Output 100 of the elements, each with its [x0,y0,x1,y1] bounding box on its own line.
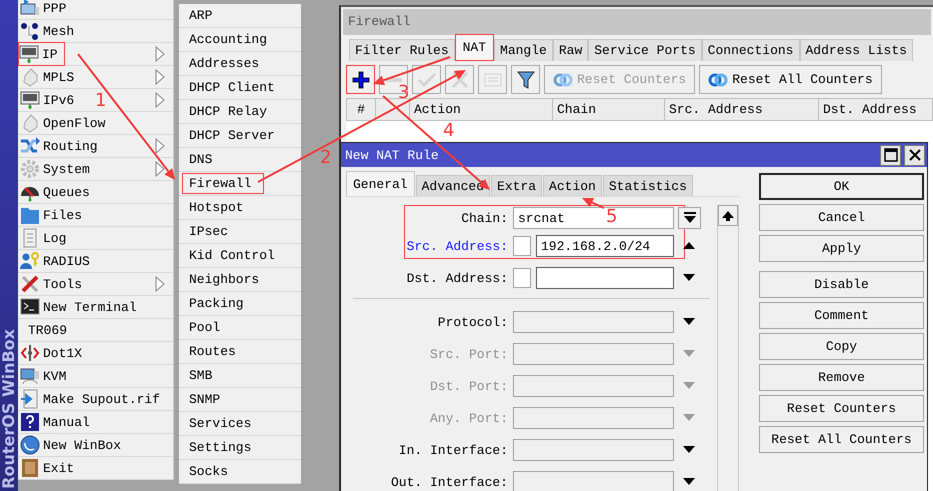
menu-item-label: Firewall [189,176,252,191]
field-label: Src. Port: [428,346,509,362]
menu-item-label: Kid Control [189,248,275,263]
tab[interactable]: Action [543,175,602,196]
menu-item[interactable]: Packing [179,292,301,316]
dialog-button[interactable]: Apply [759,235,924,262]
tab[interactable]: Filter Rules [349,39,455,61]
plus-button[interactable] [346,65,375,94]
menu-item[interactable]: IP [18,43,173,66]
invert-checkbox[interactable] [513,268,531,288]
column-header[interactable]: Chain [553,98,665,121]
close-button[interactable] [904,144,925,166]
menu-item[interactable]: Tools [18,273,173,296]
menu-item[interactable]: SMB [179,364,301,388]
menu-item[interactable]: DNS [179,148,301,172]
tab[interactable]: NAT [454,34,494,61]
column-header[interactable]: Action [410,98,553,121]
dialog-button[interactable]: Reset Counters [759,395,924,422]
field-label: In. Interface: [398,442,509,458]
menu-item[interactable]: Pool [179,316,301,340]
scroll-up-button[interactable] [718,205,738,226]
menu-item[interactable]: Queues [18,181,173,204]
dialog-button[interactable]: Comment [759,302,924,329]
menu-item[interactable]: Firewall [179,172,301,196]
maximize-button[interactable] [880,144,901,166]
menu-item[interactable]: Log [18,227,173,250]
tab[interactable]: Connections [702,39,800,61]
field-label: Chain: [460,210,509,226]
tab[interactable]: Statistics [602,175,693,196]
menu-item-label: Accounting [189,32,268,47]
menu-item[interactable]: Socks [179,460,301,484]
input-field[interactable] [536,267,674,289]
menu-item[interactable]: DHCP Client [179,76,301,100]
menu-item[interactable]: DHCP Relay [179,100,301,124]
field-label: Out. Interface: [390,474,509,490]
dialog-button[interactable]: Reset All Counters [759,426,924,453]
menu-item[interactable]: MPLS [18,66,173,89]
menu-item[interactable]: Hotspot [179,196,301,220]
menu-item[interactable]: Mesh [18,20,173,43]
menu-item[interactable]: Kid Control [179,244,301,268]
menu-item[interactable]: Routing [18,135,173,158]
menu-item[interactable]: Files [18,204,173,227]
menu-item-label: Addresses [189,56,260,71]
terminal-icon [20,297,40,317]
menu-item[interactable]: TR069 [18,319,173,342]
menu-item-label: Manual [43,414,90,430]
user-key-icon [20,251,40,271]
dialog-button[interactable]: Cancel [759,204,924,231]
tab[interactable]: General [346,171,415,196]
menu-item[interactable]: RADIUS [18,250,173,273]
menu-item[interactable]: Services [179,412,301,436]
menu-item[interactable]: Make Supout.rif [18,388,173,411]
menu-item-label: Log [43,230,66,246]
dialog-button[interactable]: OK [759,173,924,200]
menu-item-label: Dot1X [43,346,82,360]
input-field[interactable] [513,439,674,461]
input-field[interactable] [513,471,674,491]
menu-item[interactable]: Accounting [179,28,301,52]
reset-counters-button[interactable]: Reset All Counters [699,65,882,94]
menu-item[interactable]: DHCP Server [179,124,301,148]
menu-item[interactable]: Addresses [179,52,301,76]
tab[interactable]: Address Lists [800,39,913,61]
menu-item[interactable]: OpenFlow [18,112,173,135]
field-label: Src. Address: [406,238,509,254]
dropdown-button[interactable] [678,207,701,229]
tab[interactable]: Raw [552,39,588,61]
menu-item-label: DHCP Relay [189,104,268,119]
menu-item[interactable]: ARP [179,4,301,28]
menu-item[interactable]: PPP [18,0,173,20]
filter-button[interactable] [511,65,540,94]
input-field[interactable]: 192.168.2.0/24 [536,235,674,257]
brand-text: RouterOS WinBox [0,329,18,489]
menu-item[interactable]: Neighbors [179,268,301,292]
menu-item[interactable]: SNMP [179,388,301,412]
menu-item[interactable]: IPsec [179,220,301,244]
tab[interactable]: Service Ports [588,39,702,61]
menu-item[interactable]: Routes [179,340,301,364]
tab[interactable]: Extra [491,175,542,196]
tab[interactable]: Mangle [494,39,553,61]
input-field[interactable] [513,311,674,333]
dialog-button[interactable]: Remove [759,364,924,391]
column-header[interactable]: Src. Address [665,98,819,121]
menu-item[interactable]: KVM [18,365,173,388]
menu-item-label: Routes [189,344,236,359]
window-title: Firewall [343,9,931,35]
menu-item[interactable]: Manual [18,411,173,434]
column-header[interactable]: Dst. Address [819,98,933,121]
menu-item[interactable]: Dot1X [18,342,173,365]
menu-item[interactable]: New Terminal [18,296,173,319]
tab[interactable]: Advanced [416,175,490,196]
menu-item-label: OpenFlow [43,116,106,130]
dialog-button[interactable]: Disable [759,271,924,298]
menu-item[interactable]: Settings [179,436,301,460]
menu-item[interactable]: Exit [18,457,173,480]
invert-checkbox[interactable] [513,236,531,256]
dialog-button[interactable]: Copy [759,333,924,360]
menu-item[interactable]: New WinBox [18,434,173,457]
column-header[interactable]: # [346,98,376,121]
filter-icon [516,70,536,90]
menu-item-label: Packing [189,296,244,311]
